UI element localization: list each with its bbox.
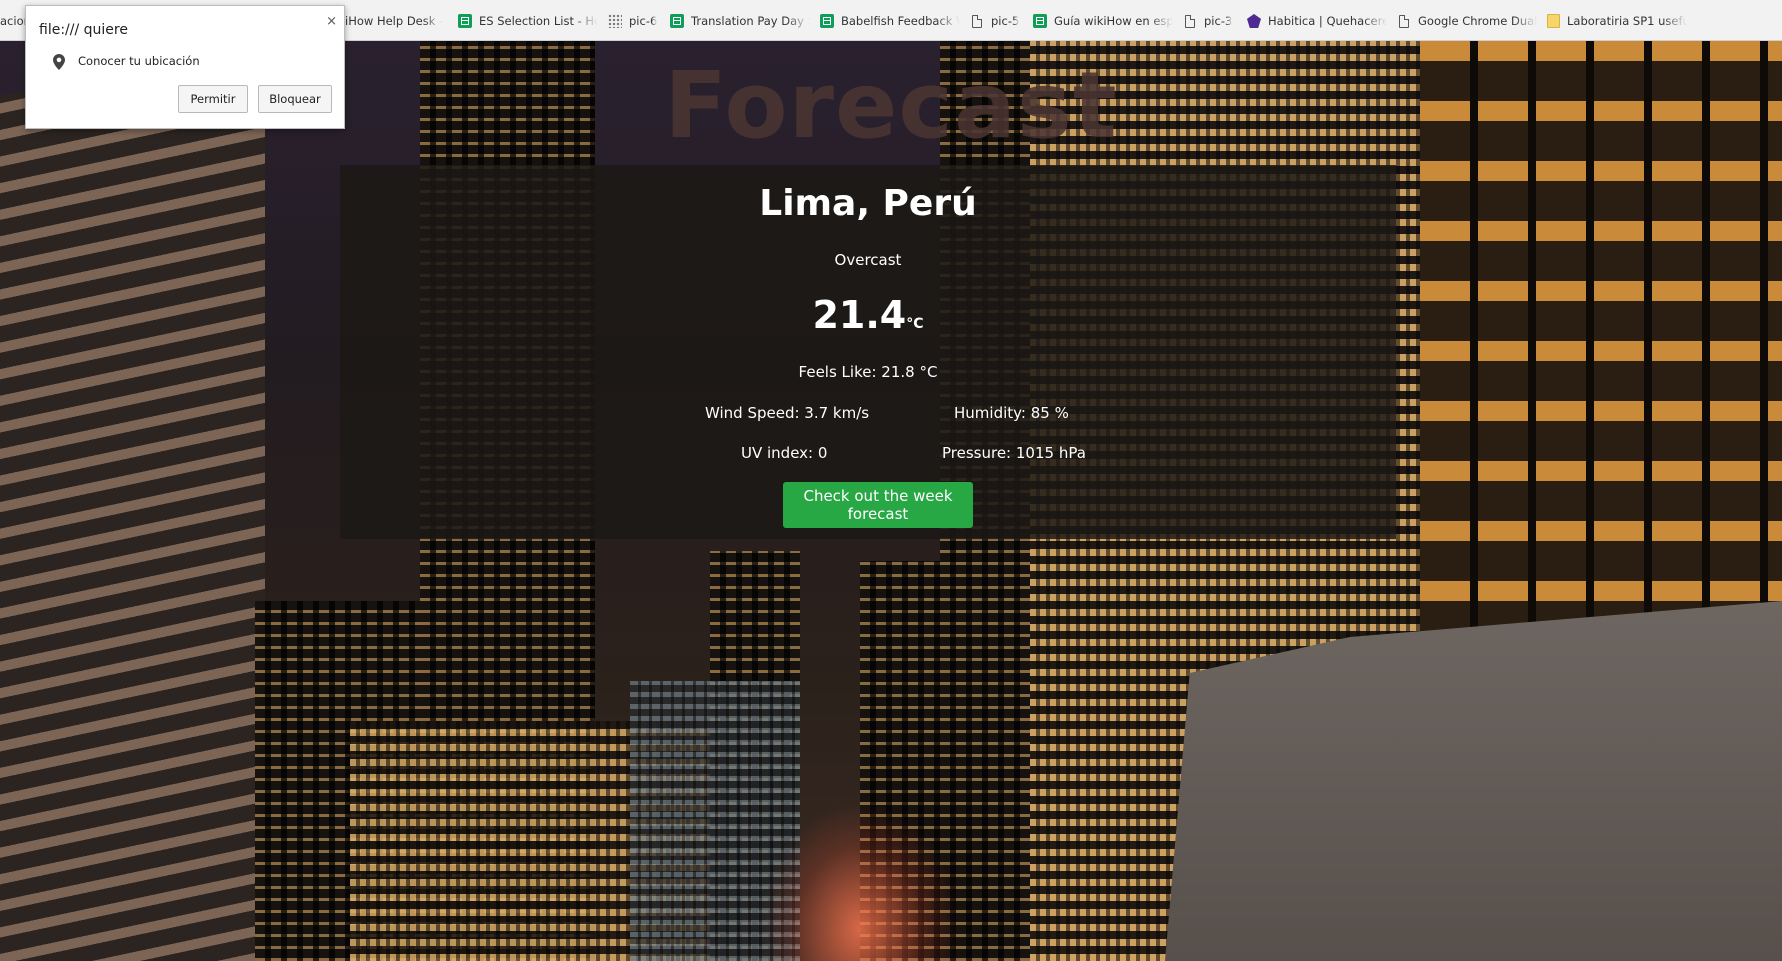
bookmark-label: pic-3	[1204, 14, 1233, 28]
city-name: Lima, Perú	[759, 183, 977, 224]
bookmark-label: pic-6	[629, 14, 658, 28]
temperature-value: 21.4	[812, 293, 907, 337]
bookmark-es-selection[interactable]: ES Selection List - Ho	[458, 13, 598, 29]
humidity: Humidity: 85 %	[954, 404, 1069, 422]
wind-speed: Wind Speed: 3.7 km/s	[705, 404, 870, 422]
bookmark-label: Laboratiria SP1 usefu	[1567, 14, 1687, 28]
bookmark-label: Translation Pay Day S	[691, 14, 810, 28]
street-lights	[760, 801, 960, 961]
bookmark-label: ES Selection List - Ho	[479, 14, 598, 28]
bookmark-pic-6[interactable]: pic-6	[608, 13, 670, 29]
page-icon	[972, 14, 982, 28]
week-forecast-button[interactable]: Check out the week forecast	[783, 482, 973, 528]
bookmark-label: Babelfish Feedback V	[841, 14, 960, 28]
bookmark-help-desk[interactable]: iHow Help Desk -	[345, 13, 445, 29]
bookmark-label: Habitica | Quehacere	[1268, 14, 1387, 28]
bookmark-habitica[interactable]: Habitica | Quehacere	[1247, 13, 1387, 29]
bookmark-google-chrome-dual[interactable]: Google Chrome Dual	[1397, 13, 1537, 29]
bookmark-label: iHow Help Desk -	[345, 14, 444, 28]
temperature: 21.4°C	[340, 293, 1396, 337]
bookmark-label: Guía wikiHow en esp	[1054, 14, 1173, 28]
page-icon	[1399, 14, 1409, 28]
habitica-icon	[1247, 14, 1261, 28]
close-icon[interactable]: ×	[326, 14, 337, 29]
bookmark-guia-wikihow[interactable]: Guía wikiHow en esp	[1033, 13, 1173, 29]
bookmark-translation-pay-day[interactable]: Translation Pay Day S	[670, 13, 810, 29]
feels-like: Feels Like: 21.8 °C	[798, 363, 938, 381]
weather-condition: Overcast	[834, 251, 902, 269]
block-button[interactable]: Bloquear	[258, 85, 332, 113]
sheets-icon	[670, 14, 684, 28]
building	[0, 41, 265, 961]
permission-message: Conocer tu ubicación	[78, 54, 200, 68]
bookmark-pic-5[interactable]: pic-5	[970, 13, 1030, 29]
allow-button[interactable]: Permitir	[178, 85, 248, 113]
page-icon	[1185, 14, 1195, 28]
bookmark-pic-3[interactable]: pic-3	[1183, 13, 1243, 29]
sheets-icon	[1033, 14, 1047, 28]
pressure: Pressure: 1015 hPa	[942, 444, 1086, 462]
bookmark-babelfish[interactable]: Babelfish Feedback V	[820, 13, 960, 29]
weather-card: Lima, Perú Overcast 21.4°C Feels Like: 2…	[340, 165, 1396, 539]
location-permission-dialog: file:/// quiere × Conocer tu ubicación P…	[25, 5, 345, 129]
image-icon	[608, 14, 622, 28]
bookmark-label: Google Chrome Dual	[1418, 14, 1537, 28]
bookmark-label: pic-5	[991, 14, 1020, 28]
bookmark-laboratoria[interactable]: Laboratiria SP1 usefu	[1547, 13, 1687, 29]
folder-icon	[1547, 14, 1560, 28]
location-pin-icon	[53, 54, 65, 70]
permission-title: file:/// quiere	[39, 22, 128, 38]
sheets-icon	[820, 14, 834, 28]
uv-index: UV index: 0	[741, 444, 828, 462]
temperature-unit: °C	[906, 316, 924, 332]
sheets-icon	[458, 14, 472, 28]
